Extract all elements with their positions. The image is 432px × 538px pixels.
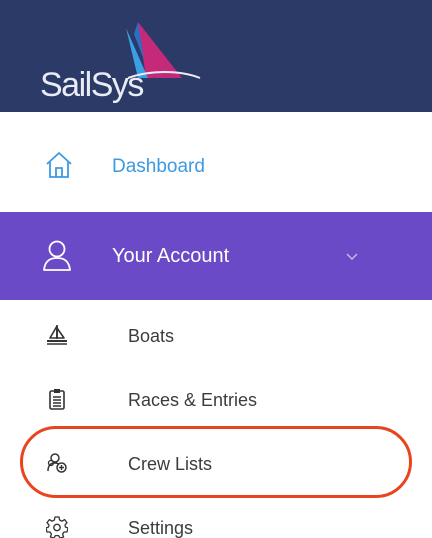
nav-item-your-account[interactable]: Your Account — [0, 212, 432, 300]
clipboard-icon — [49, 389, 65, 410]
nav-item-boats[interactable]: Boats — [0, 312, 432, 360]
logo-wordmark: SailSys — [40, 66, 144, 104]
nav-label-dashboard: Dashboard — [112, 156, 205, 177]
nav-label-races-entries: Races & Entries — [128, 390, 258, 410]
crew-icon — [47, 453, 67, 473]
sailsys-logo[interactable]: SailSys — [40, 20, 210, 104]
nav-item-settings[interactable]: Settings — [0, 504, 432, 538]
nav-item-races-entries[interactable]: Races & Entries — [0, 376, 432, 424]
nav-label-settings: Settings — [128, 518, 194, 538]
home-icon — [46, 152, 72, 178]
app-root: SailSys Dashboard Your Account Boats Rac… — [0, 0, 432, 538]
app-header: SailSys — [0, 0, 432, 112]
nav-label-your-account: Your Account — [112, 245, 230, 267]
nav-item-crew-lists[interactable]: Crew Lists — [0, 440, 432, 488]
gear-icon — [46, 516, 68, 538]
sailboat-icon — [47, 325, 67, 345]
nav-label-boats: Boats — [128, 326, 175, 346]
nav-label-crew-lists: Crew Lists — [128, 454, 213, 474]
nav-item-dashboard[interactable]: Dashboard — [0, 140, 432, 196]
chevron-down-icon[interactable] — [344, 248, 360, 264]
user-icon — [43, 240, 71, 271]
